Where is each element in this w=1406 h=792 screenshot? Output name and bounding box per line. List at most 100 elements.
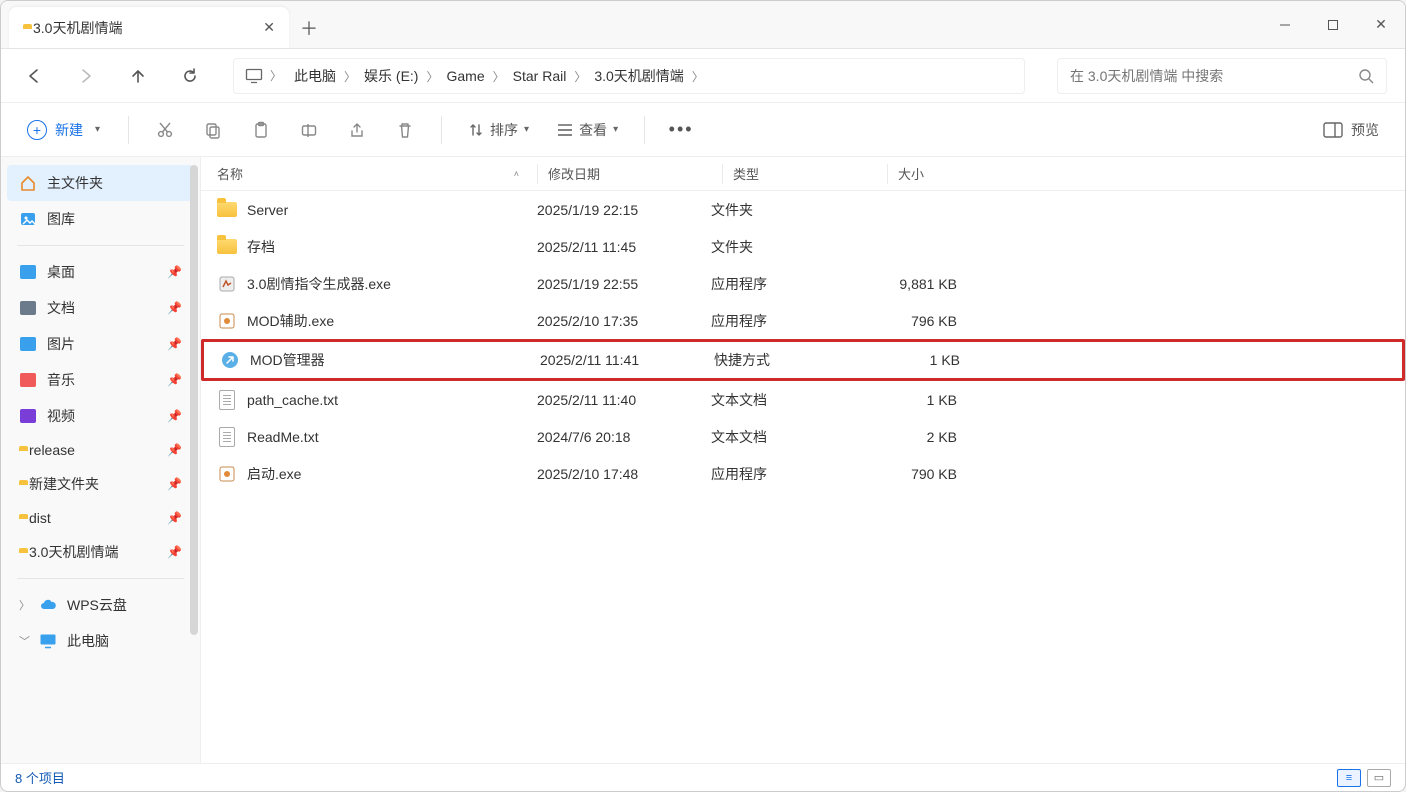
sidebar-pinned-item[interactable]: 视频📌	[7, 398, 194, 434]
column-label: 类型	[733, 167, 759, 182]
file-icon	[220, 351, 240, 369]
pin-icon[interactable]: 📌	[167, 265, 182, 279]
file-icon	[217, 201, 237, 219]
breadcrumb-item[interactable]: 3.0天机剧情端	[586, 68, 691, 84]
file-size: 1 KB	[868, 352, 978, 368]
file-row[interactable]: Server2025/1/19 22:15文件夹	[201, 191, 1405, 228]
file-size: 796 KB	[865, 313, 975, 329]
back-button[interactable]	[19, 61, 49, 91]
window-controls: ✕	[1261, 1, 1405, 48]
tab-current[interactable]: 3.0天机剧情端 ✕	[9, 7, 289, 48]
monitor-icon[interactable]	[242, 61, 266, 91]
breadcrumb-item[interactable]: 此电脑	[286, 68, 344, 84]
item-icon	[19, 300, 37, 316]
sidebar-item-label: 桌面	[47, 262, 75, 282]
file-name: 启动.exe	[247, 464, 301, 484]
breadcrumb-item[interactable]: 娱乐 (E:)	[356, 68, 426, 84]
sidebar-pinned-item[interactable]: release📌	[7, 434, 194, 466]
column-name[interactable]: 名称 ˄	[217, 164, 537, 183]
sidebar-home[interactable]: 主文件夹	[7, 165, 194, 201]
file-row[interactable]: 存档2025/2/11 11:45文件夹	[201, 228, 1405, 265]
file-size: 1 KB	[865, 392, 975, 408]
paste-button[interactable]	[241, 112, 281, 148]
breadcrumb-item[interactable]: Game	[439, 68, 493, 84]
sidebar-pinned-item[interactable]: 新建文件夹📌	[7, 466, 194, 502]
file-name: ReadMe.txt	[247, 429, 319, 445]
file-row[interactable]: MOD辅助.exe2025/2/10 17:35应用程序796 KB	[201, 302, 1405, 339]
sidebar-wps[interactable]: 〉 WPS云盘	[7, 587, 194, 623]
column-label: 大小	[898, 167, 924, 182]
sidebar-scrollbar[interactable]	[190, 165, 198, 635]
item-icon	[19, 336, 37, 352]
rename-button[interactable]	[289, 112, 329, 148]
refresh-button[interactable]	[175, 61, 205, 91]
pin-icon[interactable]: 📌	[167, 443, 182, 457]
forward-button[interactable]	[71, 61, 101, 91]
pin-icon[interactable]: 📌	[167, 337, 182, 351]
explorer-window: 3.0天机剧情端 ✕ ＋ ✕	[0, 0, 1406, 792]
sidebar-pinned-item[interactable]: dist📌	[7, 502, 194, 534]
sidebar-item-label: 3.0天机剧情端	[29, 542, 118, 562]
chevron-right-icon: 〉	[493, 70, 505, 84]
sidebar-thispc[interactable]: ﹀ 此电脑	[7, 623, 194, 659]
preview-label: 预览	[1351, 120, 1379, 140]
breadcrumb-item[interactable]: Star Rail	[505, 68, 575, 84]
view-button[interactable]: 查看 ▾	[547, 120, 628, 140]
column-label: 修改日期	[548, 167, 600, 182]
search-icon[interactable]	[1358, 68, 1374, 84]
file-row[interactable]: MOD管理器2025/2/11 11:41快捷方式1 KB	[201, 339, 1405, 381]
sidebar-gallery[interactable]: 图库	[7, 201, 194, 237]
details-view-button[interactable]: ≡	[1337, 769, 1361, 787]
view-switcher: ≡ ▭	[1337, 769, 1391, 787]
preview-button[interactable]: 预览	[1323, 120, 1391, 140]
search-box[interactable]	[1057, 58, 1387, 94]
body: 主文件夹 图库 桌面📌文档📌图片📌音乐📌视频📌release📌新建文件夹📌dis…	[1, 157, 1405, 763]
file-date: 2025/2/11 11:40	[537, 392, 711, 408]
copy-button[interactable]	[193, 112, 233, 148]
file-row[interactable]: path_cache.txt2025/2/11 11:40文本文档1 KB	[201, 381, 1405, 418]
sidebar-pinned-item[interactable]: 音乐📌	[7, 362, 194, 398]
more-button[interactable]: •••	[661, 112, 701, 148]
pin-icon[interactable]: 📌	[167, 545, 182, 559]
maximize-button[interactable]	[1309, 1, 1357, 48]
share-button[interactable]	[337, 112, 377, 148]
file-type: 快捷方式	[714, 350, 868, 370]
new-tab-button[interactable]: ＋	[289, 7, 329, 48]
breadcrumb[interactable]: 〉 此电脑〉娱乐 (E:)〉Game〉Star Rail〉3.0天机剧情端〉	[233, 58, 1025, 94]
sort-button[interactable]: 排序 ▾	[458, 120, 539, 140]
file-icon	[217, 312, 237, 330]
pin-icon[interactable]: 📌	[167, 373, 182, 387]
delete-button[interactable]	[385, 112, 425, 148]
close-button[interactable]: ✕	[1357, 1, 1405, 48]
cut-button[interactable]	[145, 112, 185, 148]
column-type[interactable]: 类型	[733, 164, 887, 183]
minimize-button[interactable]	[1261, 1, 1309, 48]
pin-icon[interactable]: 📌	[167, 301, 182, 315]
file-size: 9,881 KB	[865, 276, 975, 292]
sidebar-pinned-item[interactable]: 桌面 📌	[7, 254, 194, 290]
file-type: 文本文档	[711, 427, 865, 447]
file-row[interactable]: ReadMe.txt2024/7/6 20:18文本文档2 KB	[201, 418, 1405, 455]
file-row[interactable]: 启动.exe2025/2/10 17:48应用程序790 KB	[201, 455, 1405, 492]
file-type: 文件夹	[711, 237, 865, 257]
sidebar-pinned-item[interactable]: 文档📌	[7, 290, 194, 326]
file-size: 2 KB	[865, 429, 975, 445]
tab-close-icon[interactable]: ✕	[263, 19, 275, 36]
search-input[interactable]	[1070, 68, 1358, 84]
file-rows: Server2025/1/19 22:15文件夹存档2025/2/11 11:4…	[201, 191, 1405, 763]
grid-view-button[interactable]: ▭	[1367, 769, 1391, 787]
pin-icon[interactable]: 📌	[167, 409, 182, 423]
pin-icon[interactable]: 📌	[167, 511, 182, 525]
home-icon	[19, 174, 37, 192]
column-date[interactable]: 修改日期	[548, 164, 722, 183]
file-name: MOD辅助.exe	[247, 311, 334, 331]
chevron-down-icon: ▾	[524, 124, 529, 135]
up-button[interactable]	[123, 61, 153, 91]
item-icon	[19, 264, 37, 280]
sidebar-pinned-item[interactable]: 3.0天机剧情端 📌	[7, 534, 194, 570]
file-row[interactable]: 3.0剧情指令生成器.exe2025/1/19 22:55应用程序9,881 K…	[201, 265, 1405, 302]
pin-icon[interactable]: 📌	[167, 477, 182, 491]
sidebar-pinned-item[interactable]: 图片📌	[7, 326, 194, 362]
column-size[interactable]: 大小	[898, 164, 1008, 183]
new-button[interactable]: + 新建 ▾	[15, 114, 112, 146]
